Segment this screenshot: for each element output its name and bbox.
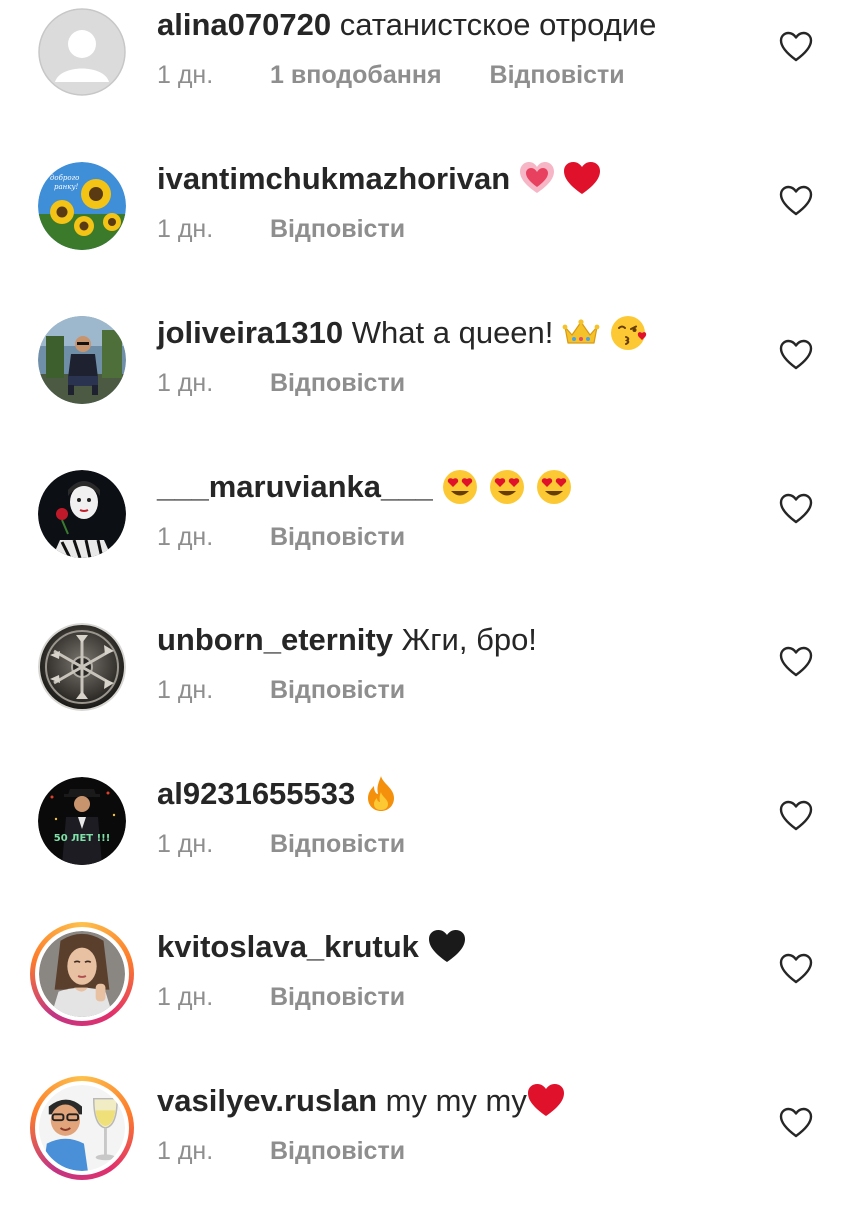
like-heart-icon[interactable] [779,339,813,371]
comment-text-line: joliveira1310 What a queen! [157,316,649,351]
comment-text: my my my [385,1083,527,1118]
comment-meta: 1 дн. Відповісти [157,675,405,705]
comment-time: 1 дн. [157,1137,214,1165]
comment-item: joliveira1310 What a queen! 1 дн. Відпові… [0,308,862,462]
avatar[interactable]: 50 ЛЕТ !!! [38,777,126,865]
comment-item: ___maruvianka___ 1 дн. Відповісти [0,462,862,616]
comment-username[interactable]: ___maruvianka___ [157,469,433,504]
avatar[interactable] [38,623,126,711]
comment-time: 1 дн. [157,676,214,704]
crown-icon [562,319,600,344]
comment-time: 1 дн. [157,369,214,397]
comment-time: 1 дн. [157,983,214,1011]
comment-text-line: ivantimchukmazhorivan [157,162,601,196]
man-50-photo-icon: 50 ЛЕТ !!! [38,777,126,865]
avatar-story-ring[interactable] [30,922,134,1026]
like-heart-icon[interactable] [779,1107,813,1139]
red-heart-icon [564,161,601,194]
comment-time: 1 дн. [157,523,214,551]
person-sitting-photo-icon [38,316,126,404]
avatar[interactable] [38,316,126,404]
woman-rose-photo-icon [38,470,126,558]
like-heart-icon[interactable] [779,31,813,63]
comment-username[interactable]: alina070720 [157,7,331,42]
comment-time: 1 дн. [157,215,214,243]
reply-button[interactable]: Відповісти [270,368,405,398]
avatar-story-ring[interactable] [30,1076,134,1180]
sunflowers-photo-icon: доброго ранку! [38,162,126,250]
comment-username[interactable]: joliveira1310 [157,315,343,350]
heart-eyes-icon [490,469,525,504]
comment-meta: 1 дн. Відповісти [157,829,405,859]
comment-likes[interactable]: 1 вподобання [270,60,442,90]
reply-button[interactable]: Відповісти [270,675,405,705]
comment-text-line: unborn_eternity Жги, бро! [157,623,537,657]
reply-button[interactable]: Відповісти [270,214,405,244]
reply-button[interactable]: Відповісти [270,522,405,552]
comment-text-line: kvitoslava_krutuk [157,930,466,964]
reply-button[interactable]: Відповісти [490,60,625,90]
red-heart-icon [527,1083,564,1116]
bitmoji-wine-photo-icon [39,1085,125,1171]
comment-item: доброго ранку! ivantimchukmazhorivan 1 д… [0,154,862,308]
comment-text-line: alina070720 сатанистское отродие [157,8,656,42]
glowing-heart-icon [519,161,554,193]
comment-username[interactable]: al9231655533 [157,776,355,811]
comment-meta: 1 дн. Відповісти [157,214,405,244]
comment-item: 50 ЛЕТ !!! al9231655533 1 дн. Відповісти [0,769,862,923]
heart-eyes-icon [536,469,571,504]
comment-username[interactable]: unborn_eternity [157,622,393,657]
fire-icon [367,775,394,811]
comment-text-line: vasilyev.ruslan my my my [157,1084,565,1118]
svg-text:ранку!: ранку! [54,183,79,191]
like-heart-icon[interactable] [779,800,813,832]
avatar[interactable] [38,470,126,558]
comment-text-line: al9231655533 [157,775,398,812]
comment-meta: 1 дн. Відповісти [157,1136,405,1166]
comment-text: Жги, бро! [401,622,537,657]
like-heart-icon[interactable] [779,493,813,525]
comment-username[interactable]: kvitoslava_krutuk [157,929,419,964]
comment-item: unborn_eternity Жги, бро! 1 дн. Відповіст… [0,615,862,769]
like-heart-icon[interactable] [779,646,813,678]
comment-item: alina070720 сатанистское отродие 1 дн. 1 … [0,0,862,154]
comment-time: 1 дн. [157,61,214,89]
comment-item: vasilyev.ruslan my my my 1 дн. Відповісти [0,1076,862,1230]
like-heart-icon[interactable] [779,185,813,217]
comment-text: What a queen! [351,315,554,350]
like-heart-icon[interactable] [779,953,813,985]
comment-item: kvitoslava_krutuk 1 дн. Відповісти [0,922,862,1076]
woman-portrait-photo-icon [39,931,125,1017]
reply-button[interactable]: Відповісти [270,982,405,1012]
comment-username[interactable]: vasilyev.ruslan [157,1083,377,1118]
axes-emblem-photo-icon [38,623,126,711]
avatar[interactable] [38,8,126,96]
comment-meta: 1 дн. Відповісти [157,522,405,552]
comment-meta: 1 дн. 1 вподобання Відповісти [157,60,625,90]
comment-text: сатанистское отродие [339,7,657,42]
comment-meta: 1 дн. Відповісти [157,982,405,1012]
svg-text:доброго: доброго [50,174,79,182]
avatar[interactable]: доброго ранку! [38,162,126,250]
avatar-caption: 50 ЛЕТ !!! [54,833,111,844]
comment-text-line: ___maruvianka___ [157,470,573,504]
reply-button[interactable]: Відповісти [270,1136,405,1166]
kissing-face-icon [610,315,646,350]
default-avatar-icon [38,8,126,96]
reply-button[interactable]: Відповісти [270,829,405,859]
black-heart-icon [428,929,465,962]
heart-eyes-icon [443,469,478,504]
comment-time: 1 дн. [157,830,214,858]
comment-meta: 1 дн. Відповісти [157,368,405,398]
comment-username[interactable]: ivantimchukmazhorivan [157,161,510,196]
